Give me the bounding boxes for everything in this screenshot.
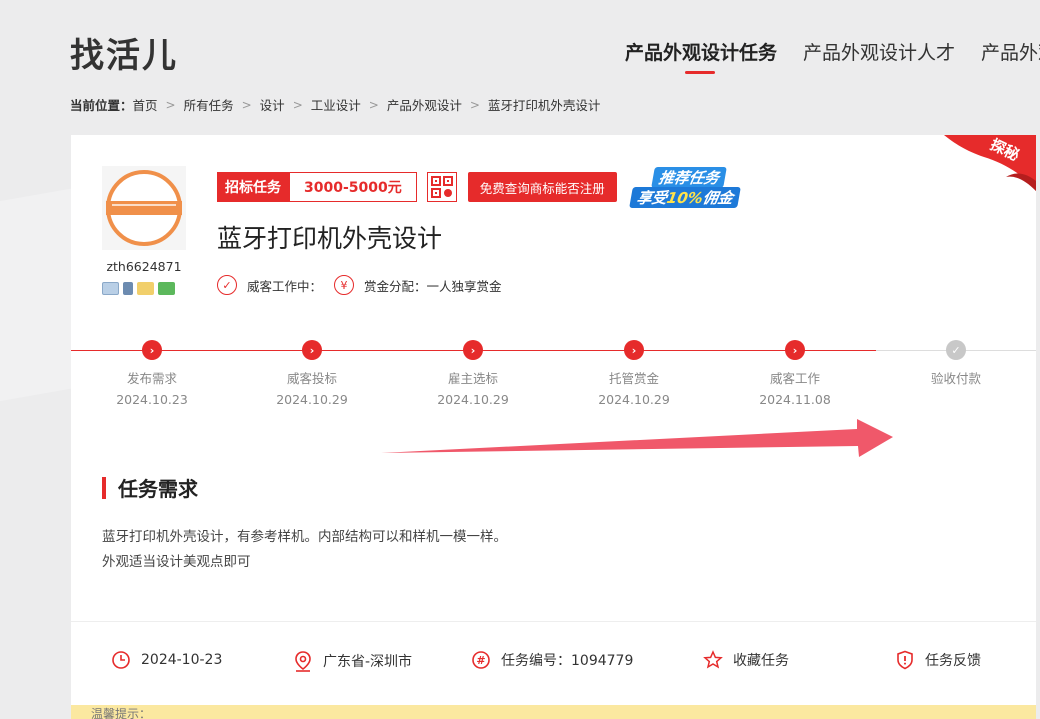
step-pending-icon: ✓ [946,340,966,360]
notice-banner: 温馨提示： [71,705,1036,719]
breadcrumb-item-industrial-design[interactable]: 工业设计 [311,95,361,114]
annotation-arrow-icon [381,419,893,457]
step-label: 发布需求 [126,371,177,386]
step-done-icon: › [463,340,483,360]
requirement-description: 蓝牙打印机外壳设计，有参考样机。内部结构可以和样机一模一样。 外观适当设计美观点… [102,525,507,575]
task-info-bar: 2024-10-23 广东省-深圳市 # 任务编号：1094779 收藏任务 任… [71,621,1036,703]
progress-step: › 雇主选标 2024.10.29 [413,340,533,407]
chevron-right-icon: > [469,97,480,112]
hash-icon: # [472,651,490,669]
qr-code-icon[interactable] [426,172,457,202]
trademark-check-button[interactable]: 免费查询商标能否注册 [467,172,617,202]
step-label: 雇主选标 [447,371,498,386]
step-date: 2024.10.23 [116,392,188,407]
breadcrumb-item-home[interactable]: 首页 [133,95,158,114]
nav-tab-product-more[interactable]: 产品外观 [981,38,1040,65]
bank-card-icon [158,282,175,295]
requirement-line: 外观适当设计美观点即可 [102,554,251,570]
breadcrumb: 当前位置： 首页 > 所有任务 > 设计 > 工业设计 > 产品外观设计 > 蓝… [70,95,600,114]
task-type-tag: 招标任务 [217,172,289,202]
task-price: 3000-5000元 [289,172,417,202]
task-progress: › 发布需求 2024.10.23 › 威客投标 2024.10.29 › 雇主… [71,340,1036,420]
breadcrumb-item-product-design[interactable]: 产品外观设计 [387,95,462,114]
requirement-heading: 任务需求 [102,473,198,502]
yen-icon: ¥ [334,275,355,295]
requirement-line: 蓝牙打印机外壳设计，有参考样机。内部结构可以和样机一模一样。 [102,529,507,545]
corner-ribbon[interactable]: 探秘 [944,135,1036,191]
step-done-icon: › [302,340,322,360]
employer-avatar[interactable] [102,166,186,250]
step-date: 2024.10.29 [276,392,348,407]
info-date: 2024-10-23 [111,650,222,670]
step-label: 托管赏金 [608,371,659,386]
section-title: 任务需求 [118,477,198,501]
id-card-icon [102,282,119,295]
reward-mode: 赏金分配：一人独享赏金 [364,278,502,294]
task-feedback-button[interactable]: 任务反馈 [895,650,981,670]
step-date: 2024.10.29 [437,392,509,407]
task-status: 威客工作中： [247,278,323,294]
progress-step: › 威客工作 2024.11.08 [735,340,855,407]
step-done-icon: › [624,340,644,360]
task-tags: 招标任务 3000-5000元 免费查询商标能否注册 推荐任务 享受10%佣金 [217,167,755,208]
nav-tab-product-design-talent[interactable]: 产品外观设计人才 [803,38,955,65]
chevron-right-icon: > [368,97,379,112]
progress-step: ✓ 验收付款 [896,340,1016,392]
step-label: 验收付款 [930,371,981,386]
star-icon [703,650,723,669]
chevron-right-icon: > [165,97,176,112]
breadcrumb-label: 当前位置： [70,98,133,113]
promo-banner[interactable]: 推荐任务 享受10%佣金 [628,167,755,208]
svg-text:#: # [476,654,485,667]
employer-username[interactable]: zth6624871 [102,259,186,274]
breadcrumb-item-all-tasks[interactable]: 所有任务 [184,95,234,114]
verification-badges [102,282,175,295]
phone-icon [123,282,133,295]
location-pin-icon [295,651,311,672]
step-done-icon: › [785,340,805,360]
email-icon [137,282,154,295]
favorite-task-button[interactable]: 收藏任务 [703,650,789,670]
chevron-right-icon: > [241,97,252,112]
site-logo[interactable]: 找活儿 [70,28,178,77]
step-done-icon: › [142,340,162,360]
step-label: 威客工作 [769,371,820,386]
nav-tab-product-design-tasks[interactable]: 产品外观设计任务 [625,38,777,74]
clock-check-icon: ✓ [217,275,237,295]
promo-line-1: 推荐任务 [650,167,727,188]
task-status-row: ✓ 威客工作中： ¥ 赏金分配：一人独享赏金 [217,275,502,295]
top-nav: 产品外观设计任务 产品外观设计人才 产品外观 [625,38,1040,74]
progress-step: › 托管赏金 2024.10.29 [574,340,694,407]
promo-line-2: 享受10%佣金 [628,187,741,208]
step-label: 威客投标 [286,371,337,386]
breadcrumb-item-design[interactable]: 设计 [260,95,285,114]
step-date: 2024.11.08 [759,392,831,407]
clock-icon [112,651,130,669]
chevron-right-icon: > [292,97,303,112]
shield-alert-icon [897,650,913,670]
step-date: 2024.10.29 [598,392,670,407]
progress-step: › 威客投标 2024.10.29 [252,340,372,407]
task-card: zth6624871 招标任务 3000-5000元 免费查询商标能否注册 推荐… [71,135,1036,719]
section-marker [102,476,106,499]
info-location: 广东省-深圳市 [293,650,412,672]
task-title: 蓝牙打印机外壳设计 [217,224,443,253]
breadcrumb-item-current[interactable]: 蓝牙打印机外壳设计 [488,95,601,114]
info-task-number: # 任务编号：1094779 [471,650,633,670]
progress-step: › 发布需求 2024.10.23 [92,340,212,407]
